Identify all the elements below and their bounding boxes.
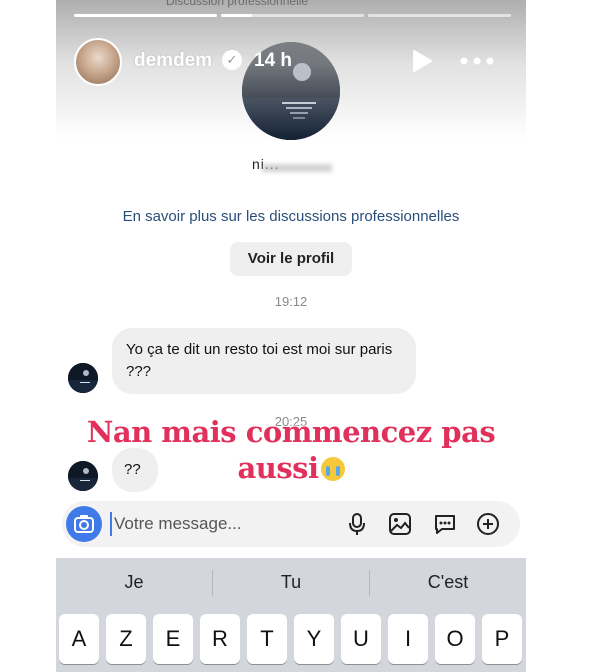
story-caption-line1: Nan mais commencez pas — [86, 415, 496, 449]
story-caption-line2: aussi — [56, 450, 526, 486]
message-bubble[interactable]: Yo ça te dit un resto toi est moi sur pa… — [112, 328, 416, 394]
message-timestamp: 19:12 — [274, 294, 308, 309]
story-progress-fill — [221, 14, 253, 17]
story-author-avatar[interactable] — [74, 38, 122, 86]
key-t[interactable]: T — [247, 614, 287, 664]
microphone-icon[interactable] — [344, 511, 370, 537]
camera-icon — [74, 515, 94, 533]
blurred-name-censor — [262, 164, 332, 172]
more-options-icon[interactable] — [460, 57, 494, 65]
camera-button[interactable] — [66, 506, 102, 542]
key-a[interactable]: A — [59, 614, 99, 664]
page: ni... En savoir plus sur les discussions… — [0, 0, 600, 672]
story-caption-line2-text: aussi — [237, 451, 319, 485]
message-composer — [62, 501, 520, 547]
story-frame: ni... En savoir plus sur les discussions… — [56, 0, 526, 672]
story-progress-segment — [368, 14, 511, 17]
story-progress-segment — [221, 14, 364, 17]
key-z[interactable]: Z — [106, 614, 146, 664]
keyboard: Je Tu C'est A Z E R T Y U I O P — [56, 558, 526, 672]
gallery-icon[interactable] — [387, 511, 413, 537]
play-icon[interactable] — [412, 50, 432, 72]
story-time-ago: 14 h — [254, 50, 293, 71]
key-e[interactable]: E — [153, 614, 193, 664]
key-p[interactable]: P — [482, 614, 522, 664]
sender-avatar[interactable] — [68, 363, 98, 393]
moon-avatar-icon — [68, 363, 98, 393]
key-r[interactable]: R — [200, 614, 240, 664]
keyboard-suggestion[interactable]: C'est — [370, 572, 526, 593]
verified-badge-icon: ✓ — [222, 50, 242, 70]
key-o[interactable]: O — [435, 614, 475, 664]
partially-hidden-label: Discussion professionnelle — [166, 0, 309, 8]
learn-more-link[interactable]: En savoir plus sur les discussions profe… — [56, 208, 526, 225]
message-input[interactable] — [110, 512, 310, 536]
key-y[interactable]: Y — [294, 614, 334, 664]
keyboard-suggestion[interactable]: Je — [56, 572, 212, 593]
add-icon[interactable] — [475, 511, 501, 537]
story-progress-segment — [74, 14, 217, 17]
keyboard-suggestion[interactable]: Tu — [213, 572, 369, 593]
crying-face-icon — [320, 457, 345, 481]
story-caption: Nan mais commencez pas aussi — [56, 414, 526, 486]
view-profile-button[interactable]: Voir le profil — [230, 242, 352, 276]
key-u[interactable]: U — [341, 614, 381, 664]
story-username[interactable]: demdem — [134, 50, 212, 72]
chat-bubble-icon[interactable] — [432, 511, 458, 537]
key-i[interactable]: I — [388, 614, 428, 664]
